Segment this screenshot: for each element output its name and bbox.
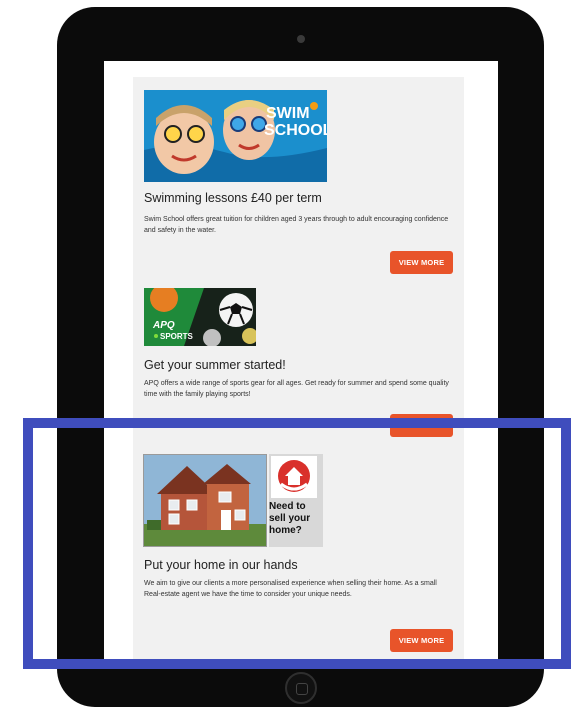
school-image-text: SCHOOL xyxy=(264,122,327,139)
camera-dot xyxy=(297,35,305,43)
card-title: Get your summer started! xyxy=(144,358,286,372)
card-apq-sports: Get your summer started! APQ offers a wi… xyxy=(144,358,455,400)
card-description: APQ offers a wide range of sports gear f… xyxy=(144,380,449,398)
home-button[interactable] xyxy=(285,672,317,704)
card-title: Swimming lessons £40 per term xyxy=(144,191,322,205)
card-swim-school: Swimming lessons £40 per term Swim Schoo… xyxy=(144,191,455,236)
apq-image-text: APQ xyxy=(152,320,175,331)
highlight-box xyxy=(23,418,571,669)
swim-image-text: SWIM xyxy=(266,105,310,122)
swim-school-image: SWIM SCHOOL xyxy=(144,90,327,182)
view-more-button[interactable]: VIEW MORE xyxy=(390,251,453,274)
card-description: Swim School offers great tuition for chi… xyxy=(144,216,449,234)
apq-sports-image: APQ SPORTS xyxy=(144,288,256,346)
sports-image-text: SPORTS xyxy=(160,332,194,341)
